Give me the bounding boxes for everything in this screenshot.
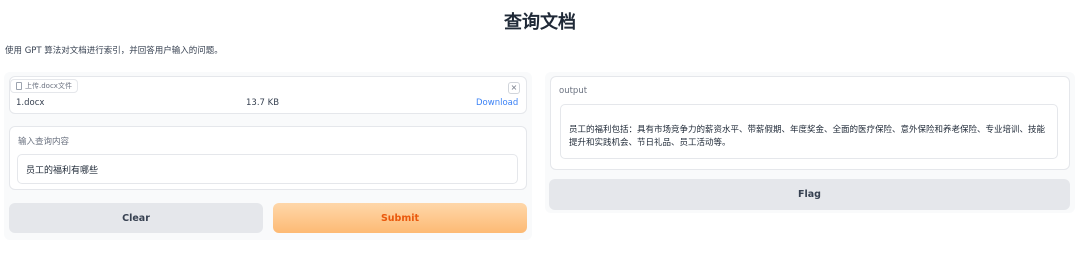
file-size: 13.7 KB bbox=[246, 98, 280, 108]
page-description: 使用 GPT 算法对文档进行索引，并回答用户输入的问题。 bbox=[5, 46, 223, 56]
page-title: 查询文档 bbox=[504, 12, 576, 33]
download-link[interactable]: Download bbox=[476, 98, 518, 108]
remove-file-button[interactable]: × bbox=[508, 82, 520, 94]
output-textbox[interactable]: 员工的福利包括：具有市场竞争力的薪资水平、带薪假期、年度奖金、全面的医疗保险、意… bbox=[560, 104, 1058, 159]
file-upload-label: 上传.docx文件 bbox=[10, 79, 78, 93]
file-icon bbox=[16, 82, 22, 90]
file-upload-label-text: 上传.docx文件 bbox=[25, 82, 72, 90]
file-upload-card[interactable] bbox=[9, 76, 527, 114]
flag-button[interactable]: Flag bbox=[549, 179, 1070, 210]
submit-button[interactable]: Submit bbox=[273, 203, 527, 233]
clear-button[interactable]: Clear bbox=[9, 203, 263, 233]
output-label: output bbox=[559, 86, 588, 96]
query-label: 输入查询内容 bbox=[18, 137, 70, 147]
file-name: 1.docx bbox=[16, 98, 45, 108]
query-input[interactable] bbox=[17, 154, 518, 184]
